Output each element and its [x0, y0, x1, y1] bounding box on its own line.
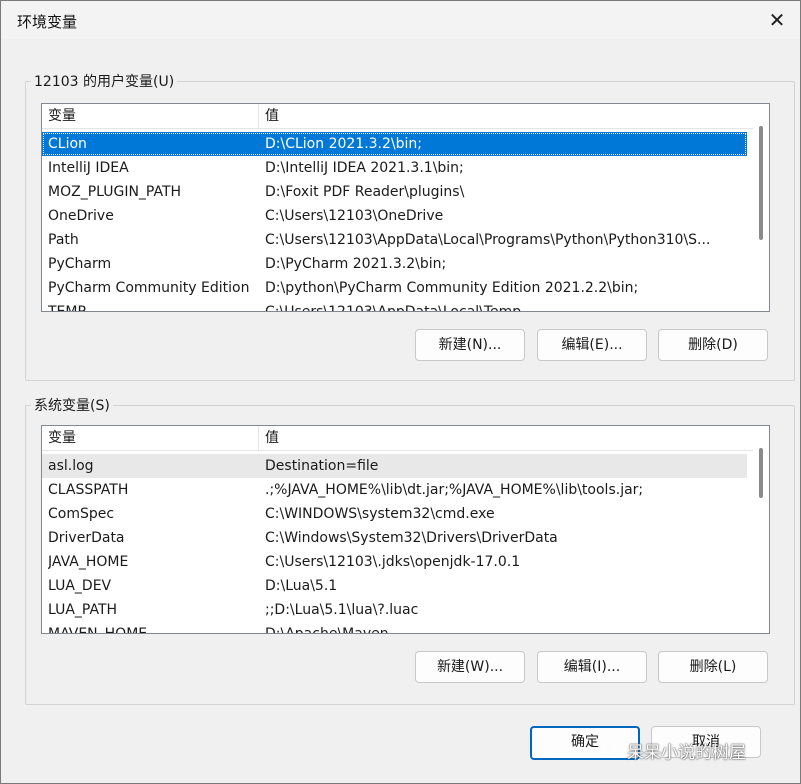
table-row[interactable]: LUA_DEV D:\Lua\5.1 [42, 574, 747, 598]
variable-value: C:\WINDOWS\system32\cmd.exe [265, 506, 495, 522]
system-list-scrollbar[interactable] [753, 426, 769, 633]
variable-name: LUA_PATH [48, 602, 118, 618]
user-variables-label: 12103 的用户变量(U) [31, 71, 178, 91]
variable-value: Destination=file [265, 458, 379, 474]
system-variables-label: 系统变量(S) [31, 395, 113, 415]
scrollbar-thumb[interactable] [759, 126, 763, 240]
watermark: 呆呆小说的树屋 [601, 737, 746, 763]
table-row[interactable]: MAVEN_HOME D:\Apache\Maven [42, 622, 747, 634]
table-row[interactable]: LUA_PATH ;;D:\Lua\5.1\lua\?.luac [42, 598, 747, 622]
variable-value: C:\Users\12103\AppData\Local\Temp [265, 304, 522, 312]
user-variables-header: 变量 值 [42, 104, 753, 129]
variable-name: asl.log [48, 458, 94, 474]
system-edit-button[interactable]: 编辑(I)... [537, 651, 647, 683]
variable-name: PyCharm [48, 256, 112, 272]
variable-name: CLASSPATH [48, 482, 129, 498]
table-row[interactable]: PyCharm Community Edition D:\python\PyCh… [42, 276, 747, 300]
system-delete-button[interactable]: 删除(L) [658, 651, 768, 683]
variable-name: MOZ_PLUGIN_PATH [48, 184, 182, 200]
system-new-button[interactable]: 新建(W)... [415, 651, 525, 683]
variable-name: CLion [48, 136, 87, 152]
user-delete-button[interactable]: 删除(D) [658, 329, 768, 361]
variable-value: .;%JAVA_HOME%\lib\dt.jar;%JAVA_HOME%\lib… [265, 482, 644, 498]
variable-name: DriverData [48, 530, 125, 546]
table-row[interactable]: OneDrive C:\Users\12103\OneDrive [42, 204, 747, 228]
environment-variables-dialog: 环境变量 ✕ 12103 的用户变量(U) 变量 值 CLion D:\CLio… [0, 0, 801, 784]
variable-name: ComSpec [48, 506, 115, 522]
close-icon[interactable]: ✕ [762, 5, 792, 35]
variable-value: D:\Foxit PDF Reader\plugins\ [265, 184, 465, 200]
table-row[interactable]: CLASSPATH .;%JAVA_HOME%\lib\dt.jar;%JAVA… [42, 478, 747, 502]
window-title: 环境变量 [17, 13, 78, 31]
variable-value: D:\Lua\5.1 [265, 578, 338, 594]
variable-value: D:\Apache\Maven [265, 626, 389, 634]
variable-value: D:\python\PyCharm Community Edition 2021… [265, 280, 639, 296]
variable-name: OneDrive [48, 208, 114, 224]
table-row[interactable]: DriverData C:\Windows\System32\Drivers\D… [42, 526, 747, 550]
variable-value: D:\CLion 2021.3.2\bin; [265, 136, 422, 152]
variable-name: IntelliJ IDEA [48, 160, 129, 176]
variable-name: PyCharm Community Edition [48, 280, 250, 296]
scrollbar-thumb[interactable] [759, 448, 763, 498]
table-row[interactable]: MOZ_PLUGIN_PATH D:\Foxit PDF Reader\plug… [42, 180, 747, 204]
table-row[interactable]: CLion D:\CLion 2021.3.2\bin; [42, 132, 747, 156]
variable-name: TEMP [48, 304, 86, 312]
user-variables-list[interactable]: 变量 值 CLion D:\CLion 2021.3.2\bin; Intell… [41, 103, 770, 312]
column-header-value[interactable]: 值 [259, 104, 745, 128]
variable-name: MAVEN_HOME [48, 626, 148, 634]
column-header-variable[interactable]: 变量 [42, 426, 259, 450]
variable-name: Path [48, 232, 79, 248]
column-header-variable[interactable]: 变量 [42, 104, 259, 128]
wechat-icon [601, 742, 620, 758]
table-row[interactable]: TEMP C:\Users\12103\AppData\Local\Temp [42, 300, 747, 312]
variable-value: C:\Windows\System32\Drivers\DriverData [265, 530, 558, 546]
column-header-value[interactable]: 值 [259, 426, 745, 450]
variable-name: JAVA_HOME [48, 554, 129, 570]
variable-value: C:\Users\12103\OneDrive [265, 208, 444, 224]
title-bar: 环境变量 ✕ [1, 1, 800, 39]
table-row[interactable]: asl.log Destination=file [42, 454, 747, 478]
table-row[interactable]: PyCharm D:\PyCharm 2021.3.2\bin; [42, 252, 747, 276]
variable-value: D:\PyCharm 2021.3.2\bin; [265, 256, 447, 272]
table-row[interactable]: IntelliJ IDEA D:\IntelliJ IDEA 2021.3.1\… [42, 156, 747, 180]
variable-name: LUA_DEV [48, 578, 112, 594]
variable-value: C:\Users\12103\AppData\Local\Programs\Py… [265, 232, 711, 248]
system-variables-list[interactable]: 变量 值 asl.log Destination=file CLASSPATH … [41, 425, 770, 634]
user-list-scrollbar[interactable] [753, 104, 769, 311]
watermark-text: 呆呆小说的树屋 [627, 742, 746, 763]
user-edit-button[interactable]: 编辑(E)... [537, 329, 647, 361]
table-row[interactable]: Path C:\Users\12103\AppData\Local\Progra… [42, 228, 747, 252]
user-new-button[interactable]: 新建(N)... [415, 329, 525, 361]
variable-value: C:\Users\12103\.jdks\openjdk-17.0.1 [265, 554, 521, 570]
system-variables-header: 变量 值 [42, 426, 753, 451]
variable-value: D:\IntelliJ IDEA 2021.3.1\bin; [265, 160, 464, 176]
table-row[interactable]: ComSpec C:\WINDOWS\system32\cmd.exe [42, 502, 747, 526]
table-row[interactable]: JAVA_HOME C:\Users\12103\.jdks\openjdk-1… [42, 550, 747, 574]
variable-value: ;;D:\Lua\5.1\lua\?.luac [265, 602, 419, 618]
